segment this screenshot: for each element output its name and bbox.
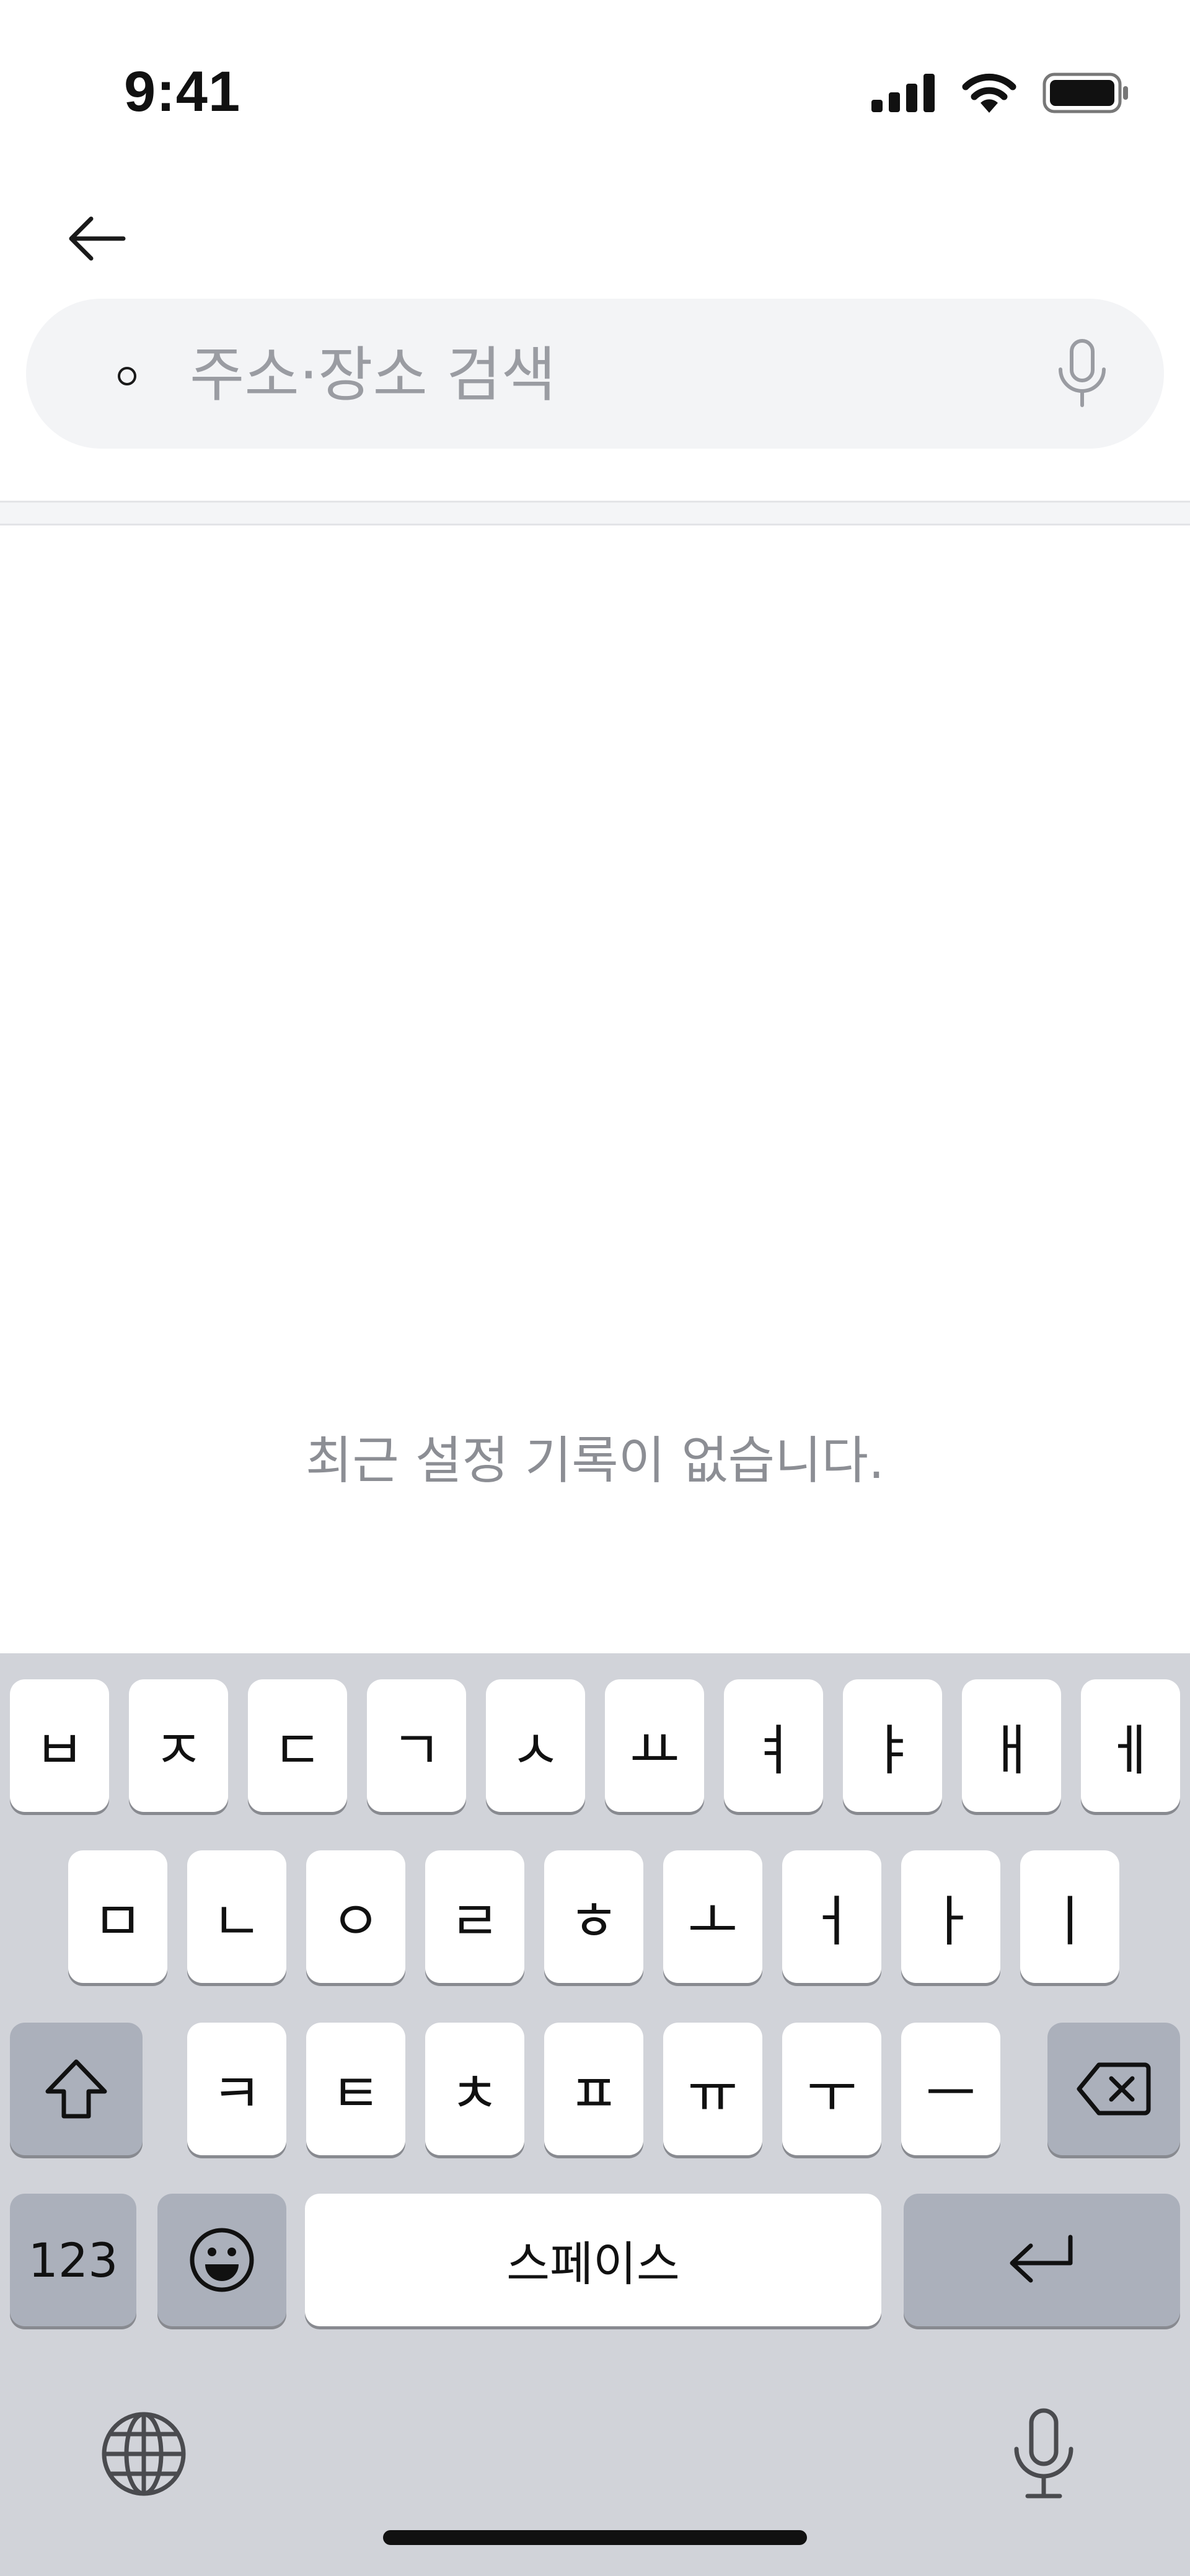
search-input[interactable] bbox=[188, 331, 1046, 419]
key-j[interactable]: ㅈ bbox=[129, 1679, 228, 1812]
emoji-key[interactable] bbox=[157, 2194, 286, 2326]
key-b[interactable]: ㅂ bbox=[10, 1679, 109, 1812]
emoji-icon bbox=[190, 2228, 254, 2292]
key-ng[interactable]: ㅇ bbox=[306, 1850, 405, 1983]
key-ae[interactable]: ㅐ bbox=[962, 1679, 1061, 1812]
key-p[interactable]: ㅍ bbox=[544, 2023, 643, 2155]
keyboard: ㅂ ㅈ ㄷ ㄱ ㅅ ㅛ ㅕ ㅑ ㅐ ㅔ ㅁ ㄴ ㅇ ㄹ ㅎ ㅗ ㅓ ㅏ ㅣ ㅋ … bbox=[0, 1653, 1190, 2576]
key-o[interactable]: ㅗ bbox=[663, 1850, 762, 1983]
numbers-key[interactable]: 123 bbox=[10, 2194, 136, 2326]
arrow-left-icon bbox=[69, 216, 126, 261]
key-e[interactable]: ㅔ bbox=[1081, 1679, 1180, 1812]
key-n[interactable]: ㄴ bbox=[187, 1850, 286, 1983]
key-d[interactable]: ㄷ bbox=[248, 1679, 347, 1812]
key-k[interactable]: ㅋ bbox=[187, 2023, 286, 2155]
microphone-icon bbox=[1059, 339, 1106, 407]
key-eu[interactable]: ㅡ bbox=[901, 2023, 1000, 2155]
key-eo[interactable]: ㅓ bbox=[782, 1850, 881, 1983]
search-bar[interactable] bbox=[26, 299, 1164, 449]
globe-button[interactable] bbox=[95, 2406, 192, 2502]
key-yeo[interactable]: ㅕ bbox=[724, 1679, 823, 1812]
section-divider bbox=[0, 501, 1190, 525]
shift-icon bbox=[45, 2059, 107, 2119]
empty-history-message: 최근 설정 기록이 없습니다. bbox=[305, 1431, 885, 1490]
voice-search-button[interactable] bbox=[1045, 336, 1119, 410]
back-button[interactable] bbox=[56, 198, 136, 279]
return-key[interactable] bbox=[904, 2194, 1180, 2326]
status-time: 9:41 bbox=[124, 60, 241, 123]
key-yo[interactable]: ㅛ bbox=[605, 1679, 704, 1812]
globe-icon bbox=[102, 2412, 186, 2496]
dictation-button[interactable] bbox=[994, 2401, 1093, 2506]
key-yu[interactable]: ㅠ bbox=[663, 2023, 762, 2155]
wifi-icon bbox=[962, 73, 1016, 113]
key-ch[interactable]: ㅊ bbox=[425, 2023, 524, 2155]
battery-icon bbox=[1042, 73, 1128, 113]
key-r[interactable]: ㄹ bbox=[425, 1850, 524, 1983]
key-ya[interactable]: ㅑ bbox=[843, 1679, 942, 1812]
cellular-signal-icon bbox=[871, 74, 935, 112]
backspace-icon bbox=[1077, 2062, 1151, 2116]
status-icons bbox=[871, 68, 1129, 118]
dot-icon bbox=[118, 367, 136, 385]
home-indicator bbox=[383, 2530, 807, 2545]
key-m[interactable]: ㅁ bbox=[68, 1850, 167, 1983]
key-u[interactable]: ㅜ bbox=[782, 2023, 881, 2155]
key-g[interactable]: ㄱ bbox=[367, 1679, 466, 1812]
microphone-icon bbox=[1014, 2408, 1073, 2499]
delete-key[interactable] bbox=[1047, 2023, 1180, 2155]
key-h[interactable]: ㅎ bbox=[544, 1850, 643, 1983]
key-i[interactable]: ㅣ bbox=[1020, 1850, 1119, 1983]
status-bar: 9:41 bbox=[0, 0, 1190, 161]
key-t[interactable]: ㅌ bbox=[306, 2023, 405, 2155]
shift-key[interactable] bbox=[10, 2023, 143, 2155]
return-icon bbox=[1010, 2235, 1073, 2283]
key-s[interactable]: ㅅ bbox=[486, 1679, 585, 1812]
key-a[interactable]: ㅏ bbox=[901, 1850, 1000, 1983]
space-key[interactable]: 스페이스 bbox=[305, 2194, 881, 2326]
